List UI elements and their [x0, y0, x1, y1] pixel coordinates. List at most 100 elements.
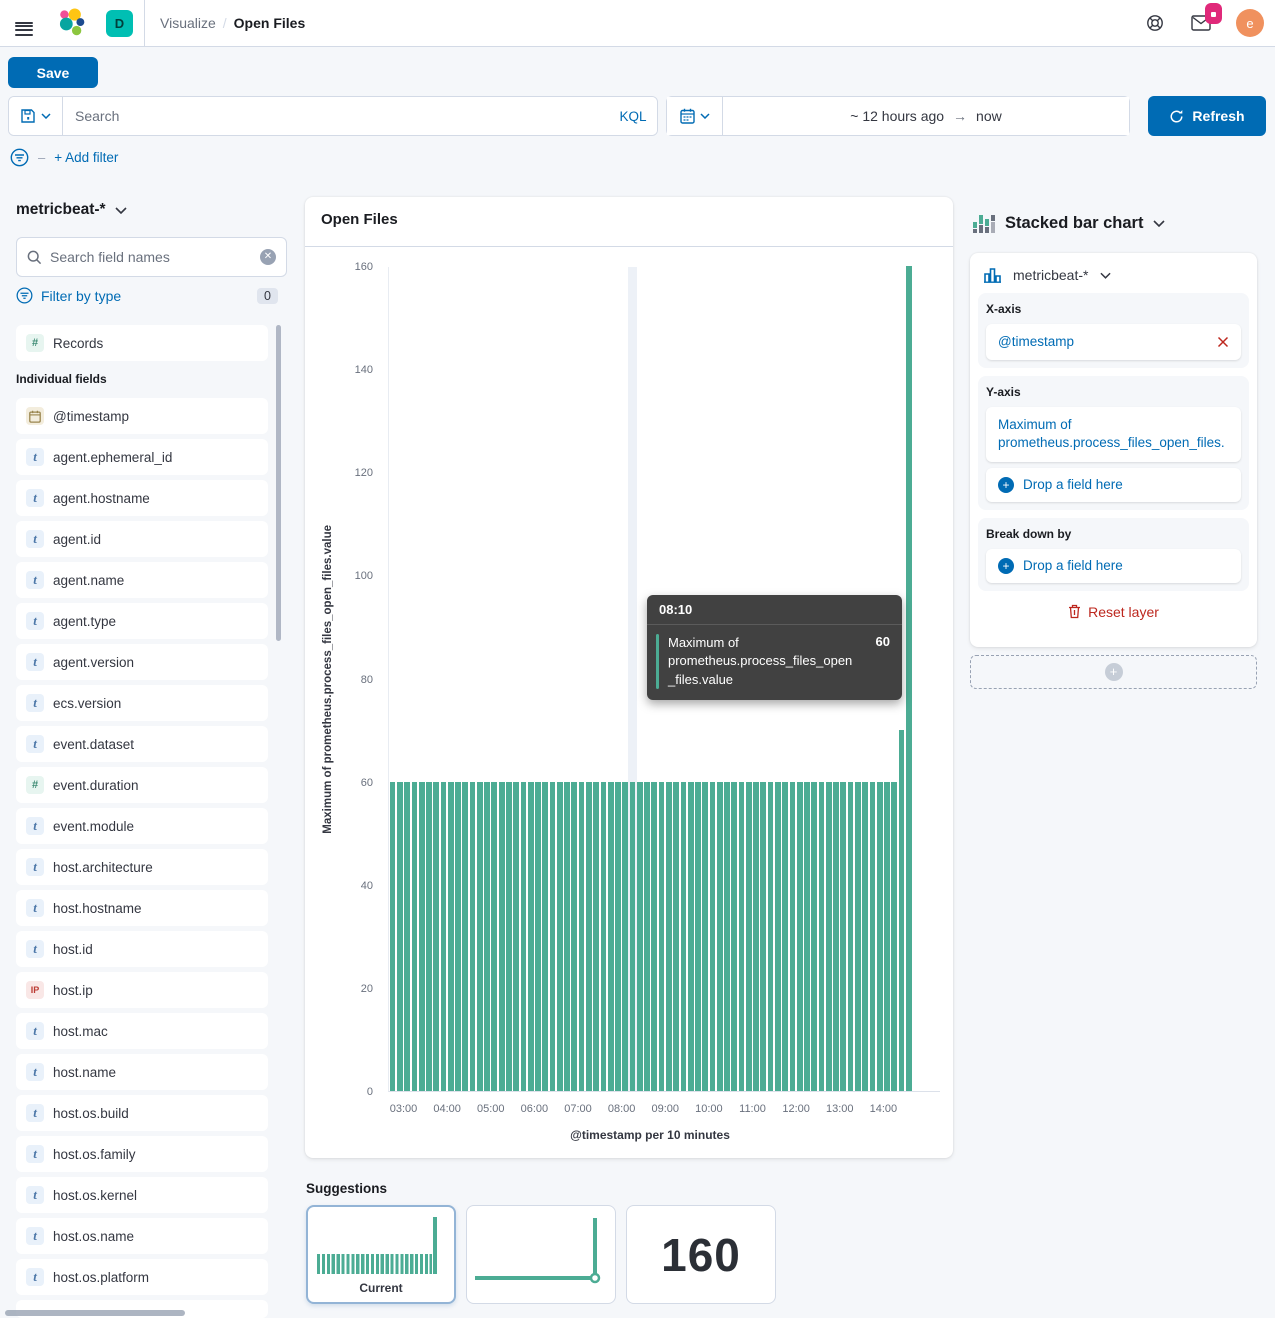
records-field-item[interactable]: # Records: [16, 325, 268, 361]
bar[interactable]: [426, 782, 432, 1091]
y-axis-drop-target[interactable]: + Drop a field here: [986, 468, 1241, 502]
field-item[interactable]: tecs.version: [16, 685, 268, 721]
field-item[interactable]: thost.hostname: [16, 890, 268, 926]
bar[interactable]: [724, 782, 730, 1091]
y-axis-dimension[interactable]: Maximum of prometheus.process_files_open…: [986, 407, 1241, 461]
field-item[interactable]: thost.id: [16, 931, 268, 967]
field-item[interactable]: IPhost.ip: [16, 972, 268, 1008]
field-item[interactable]: thost.os.build: [16, 1095, 268, 1131]
field-item[interactable]: tagent.ephemeral_id: [16, 439, 268, 475]
refresh-button[interactable]: Refresh: [1148, 96, 1266, 136]
bar[interactable]: [412, 782, 418, 1091]
filter-icon[interactable]: [10, 148, 29, 167]
bar[interactable]: [470, 782, 476, 1091]
suggestion-metric[interactable]: 160: [626, 1205, 776, 1304]
bar[interactable]: [601, 782, 607, 1091]
bar[interactable]: [695, 782, 701, 1091]
field-item[interactable]: @timestamp: [16, 398, 268, 434]
bar[interactable]: [404, 782, 410, 1091]
bar[interactable]: [390, 782, 396, 1091]
bar[interactable]: [550, 782, 556, 1091]
bar[interactable]: [666, 782, 672, 1091]
bar[interactable]: [579, 782, 585, 1091]
field-item[interactable]: thost.mac: [16, 1013, 268, 1049]
user-menu-button[interactable]: e: [1225, 0, 1275, 46]
bar[interactable]: [840, 782, 846, 1091]
bar[interactable]: [906, 266, 912, 1091]
saved-query-menu-button[interactable]: [9, 97, 63, 135]
field-item[interactable]: tagent.name: [16, 562, 268, 598]
bar[interactable]: [441, 782, 447, 1091]
field-item[interactable]: tagent.hostname: [16, 480, 268, 516]
reset-layer-button[interactable]: Reset layer: [978, 604, 1249, 620]
suggestion-line-chart[interactable]: [466, 1205, 616, 1304]
space-selector-button[interactable]: D: [95, 0, 144, 46]
bar[interactable]: [688, 782, 694, 1091]
bar[interactable]: [564, 782, 570, 1091]
bar[interactable]: [615, 782, 621, 1091]
bar[interactable]: [775, 782, 781, 1091]
bar[interactable]: [760, 782, 766, 1091]
bar[interactable]: [586, 782, 592, 1091]
bar[interactable]: [891, 782, 897, 1091]
field-item[interactable]: tagent.version: [16, 644, 268, 680]
field-item[interactable]: thost.os.platform: [16, 1259, 268, 1295]
remove-dimension-icon[interactable]: [1217, 336, 1229, 348]
bar[interactable]: [499, 782, 505, 1091]
bar[interactable]: [819, 782, 825, 1091]
newsfeed-button[interactable]: [1177, 0, 1225, 46]
bar[interactable]: [608, 782, 614, 1091]
bar[interactable]: [870, 782, 876, 1091]
bar[interactable]: [746, 782, 752, 1091]
x-axis-dimension[interactable]: @timestamp: [986, 324, 1241, 360]
search-input[interactable]: [63, 97, 609, 135]
bar[interactable]: [455, 782, 461, 1091]
bar[interactable]: [506, 782, 512, 1091]
bar[interactable]: [491, 782, 497, 1091]
bar[interactable]: [710, 782, 716, 1091]
bar[interactable]: [717, 782, 723, 1091]
bar[interactable]: [681, 782, 687, 1091]
bar[interactable]: [739, 782, 745, 1091]
bar[interactable]: [702, 782, 708, 1091]
save-button[interactable]: Save: [8, 57, 98, 88]
breadcrumb-visualize[interactable]: Visualize: [160, 15, 216, 31]
quick-select-time-button[interactable]: [667, 97, 723, 135]
add-filter-button[interactable]: + Add filter: [54, 150, 118, 165]
bar[interactable]: [593, 782, 599, 1091]
bar[interactable]: [484, 782, 490, 1091]
field-item[interactable]: thost.os.kernel: [16, 1177, 268, 1213]
bar[interactable]: [797, 782, 803, 1091]
field-item[interactable]: tagent.type: [16, 603, 268, 639]
suggestion-current[interactable]: Current: [306, 1205, 456, 1304]
bar[interactable]: [877, 782, 883, 1091]
bar[interactable]: [528, 782, 534, 1091]
bar[interactable]: [848, 782, 854, 1091]
filter-by-type-button[interactable]: Filter by type: [41, 288, 121, 304]
bar[interactable]: [753, 782, 759, 1091]
field-search-input[interactable]: [50, 249, 252, 265]
bar[interactable]: [790, 782, 796, 1091]
index-pattern-selector[interactable]: metricbeat-*: [16, 201, 127, 219]
bar[interactable]: [804, 782, 810, 1091]
home-logo-button[interactable]: [47, 0, 95, 46]
field-item[interactable]: tevent.module: [16, 808, 268, 844]
help-button[interactable]: [1132, 0, 1177, 46]
bar[interactable]: [637, 782, 643, 1091]
menu-button[interactable]: [0, 0, 47, 46]
sidebar-scrollbar[interactable]: [276, 325, 281, 641]
bar[interactable]: [811, 782, 817, 1091]
bar[interactable]: [521, 782, 527, 1091]
bar[interactable]: [571, 782, 577, 1091]
field-item[interactable]: tevent.dataset: [16, 726, 268, 762]
field-item[interactable]: thost.os.family: [16, 1136, 268, 1172]
field-item[interactable]: thost.name: [16, 1054, 268, 1090]
add-layer-button[interactable]: +: [970, 655, 1257, 689]
field-item[interactable]: thost.architecture: [16, 849, 268, 885]
bar[interactable]: [884, 782, 890, 1091]
bar[interactable]: [651, 782, 657, 1091]
bar[interactable]: [731, 782, 737, 1091]
bar[interactable]: [448, 782, 454, 1091]
chart-type-selector[interactable]: Stacked bar chart: [973, 213, 1165, 233]
bar[interactable]: [782, 782, 788, 1091]
